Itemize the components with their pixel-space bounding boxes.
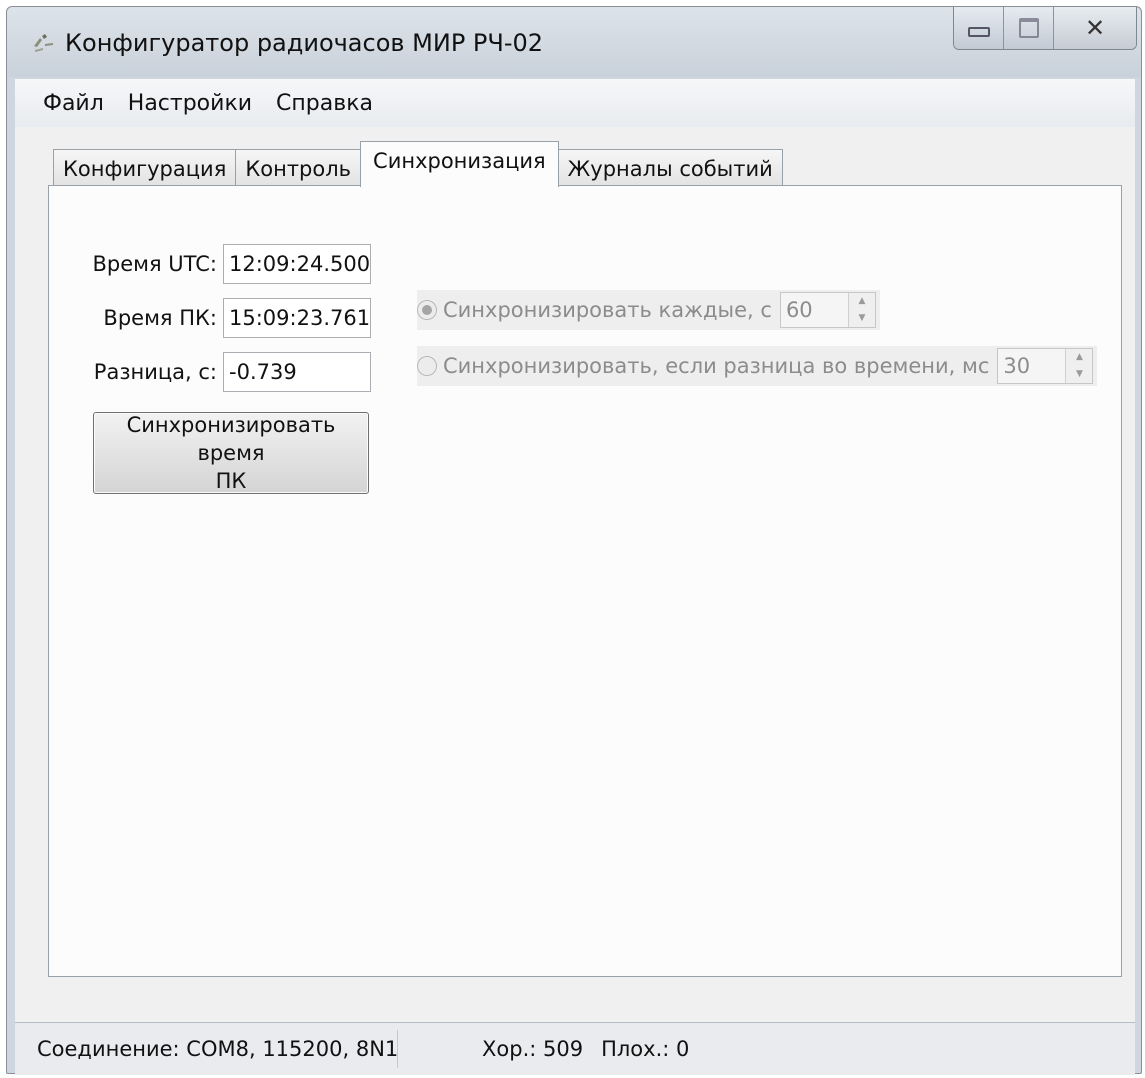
sync-pc-time-button[interactable]: Синхронизировать время ПК bbox=[93, 412, 369, 494]
menu-help[interactable]: Справка bbox=[264, 91, 385, 116]
tab-control[interactable]: Контроль bbox=[235, 149, 362, 187]
chevron-down-icon[interactable]: ▼ bbox=[1066, 366, 1092, 383]
utc-time-field[interactable]: 12:09:24.500 bbox=[223, 244, 371, 284]
stepper-arrows[interactable]: ▲ ▼ bbox=[847, 293, 875, 327]
sync-tab-panel: Время UTC: 12:09:24.500 Время ПК: 15:09:… bbox=[48, 185, 1122, 977]
title-bar[interactable]: Конфигуратор радиочасов МИР РЧ-02 ✕ bbox=[7, 7, 1141, 77]
chevron-down-icon[interactable]: ▼ bbox=[849, 310, 875, 327]
sync-every-label: Синхронизировать каждые, с bbox=[443, 298, 772, 322]
sync-if-diff-label: Синхронизировать, если разница во времен… bbox=[443, 354, 990, 378]
maximize-icon bbox=[1018, 18, 1039, 38]
pc-time-label: Время ПК: bbox=[103, 306, 217, 330]
menu-bar: Файл Настройки Справка bbox=[15, 79, 1135, 127]
client-area: Конфигурация Контроль Синхронизация Журн… bbox=[15, 127, 1135, 1042]
chevron-up-icon[interactable]: ▲ bbox=[1066, 349, 1092, 366]
sync-if-diff-radio[interactable] bbox=[417, 356, 437, 376]
good-count: Хор.: 509 bbox=[482, 1037, 584, 1061]
bad-count: Плох.: 0 bbox=[601, 1037, 690, 1061]
sync-button-line1: Синхронизировать время bbox=[126, 413, 336, 465]
tab-synchronization[interactable]: Синхронизация bbox=[360, 141, 559, 187]
packet-counters: Хор.: 509 Плох.: 0 bbox=[398, 1037, 689, 1061]
difference-label: Разница, с: bbox=[93, 360, 217, 384]
sync-every-value: 60 bbox=[785, 298, 813, 322]
window-title: Конфигуратор радиочасов МИР РЧ-02 bbox=[65, 29, 544, 57]
utc-time-label: Время UTC: bbox=[92, 252, 217, 276]
minimize-button[interactable] bbox=[954, 7, 1004, 49]
utc-time-row: Время UTC: 12:09:24.500 bbox=[79, 244, 371, 284]
radio-selected-dot bbox=[422, 305, 432, 315]
pc-time-row: Время ПК: 15:09:23.761 bbox=[79, 298, 371, 338]
sync-if-diff-stepper[interactable]: 30 ▲ ▼ bbox=[997, 348, 1094, 384]
close-icon: ✕ bbox=[1084, 14, 1106, 42]
sync-every-radio[interactable] bbox=[417, 300, 437, 320]
connection-status: Соединение: COM8, 115200, 8N1 bbox=[37, 1037, 399, 1061]
chevron-up-icon[interactable]: ▲ bbox=[849, 293, 875, 310]
app-window: Конфигуратор радиочасов МИР РЧ-02 ✕ Файл… bbox=[6, 6, 1142, 1075]
sync-button-line2: ПК bbox=[215, 469, 247, 493]
sync-every-option: Синхронизировать каждые, с 60 ▲ ▼ bbox=[417, 290, 880, 330]
sync-if-diff-value: 30 bbox=[1003, 354, 1031, 378]
minimize-icon bbox=[967, 27, 990, 37]
tab-event-logs[interactable]: Журналы событий bbox=[557, 149, 783, 187]
stepper-arrows[interactable]: ▲ ▼ bbox=[1065, 349, 1093, 383]
app-icon bbox=[34, 34, 53, 52]
sync-every-stepper[interactable]: 60 ▲ ▼ bbox=[779, 292, 876, 328]
close-button[interactable]: ✕ bbox=[1054, 7, 1136, 49]
menu-file[interactable]: Файл bbox=[15, 91, 116, 116]
tab-configuration[interactable]: Конфигурация bbox=[53, 149, 237, 187]
maximize-button[interactable] bbox=[1004, 7, 1054, 49]
window-controls: ✕ bbox=[953, 7, 1137, 50]
difference-row: Разница, с: -0.739 bbox=[79, 352, 371, 392]
tab-strip: Конфигурация Контроль Синхронизация Журн… bbox=[53, 141, 783, 187]
sync-if-diff-option: Синхронизировать, если разница во времен… bbox=[417, 346, 1098, 386]
difference-field[interactable]: -0.739 bbox=[223, 352, 371, 392]
menu-settings[interactable]: Настройки bbox=[116, 91, 264, 116]
status-bar: Соединение: COM8, 115200, 8N1 Хор.: 509 … bbox=[15, 1022, 1135, 1075]
pc-time-field[interactable]: 15:09:23.761 bbox=[223, 298, 371, 338]
